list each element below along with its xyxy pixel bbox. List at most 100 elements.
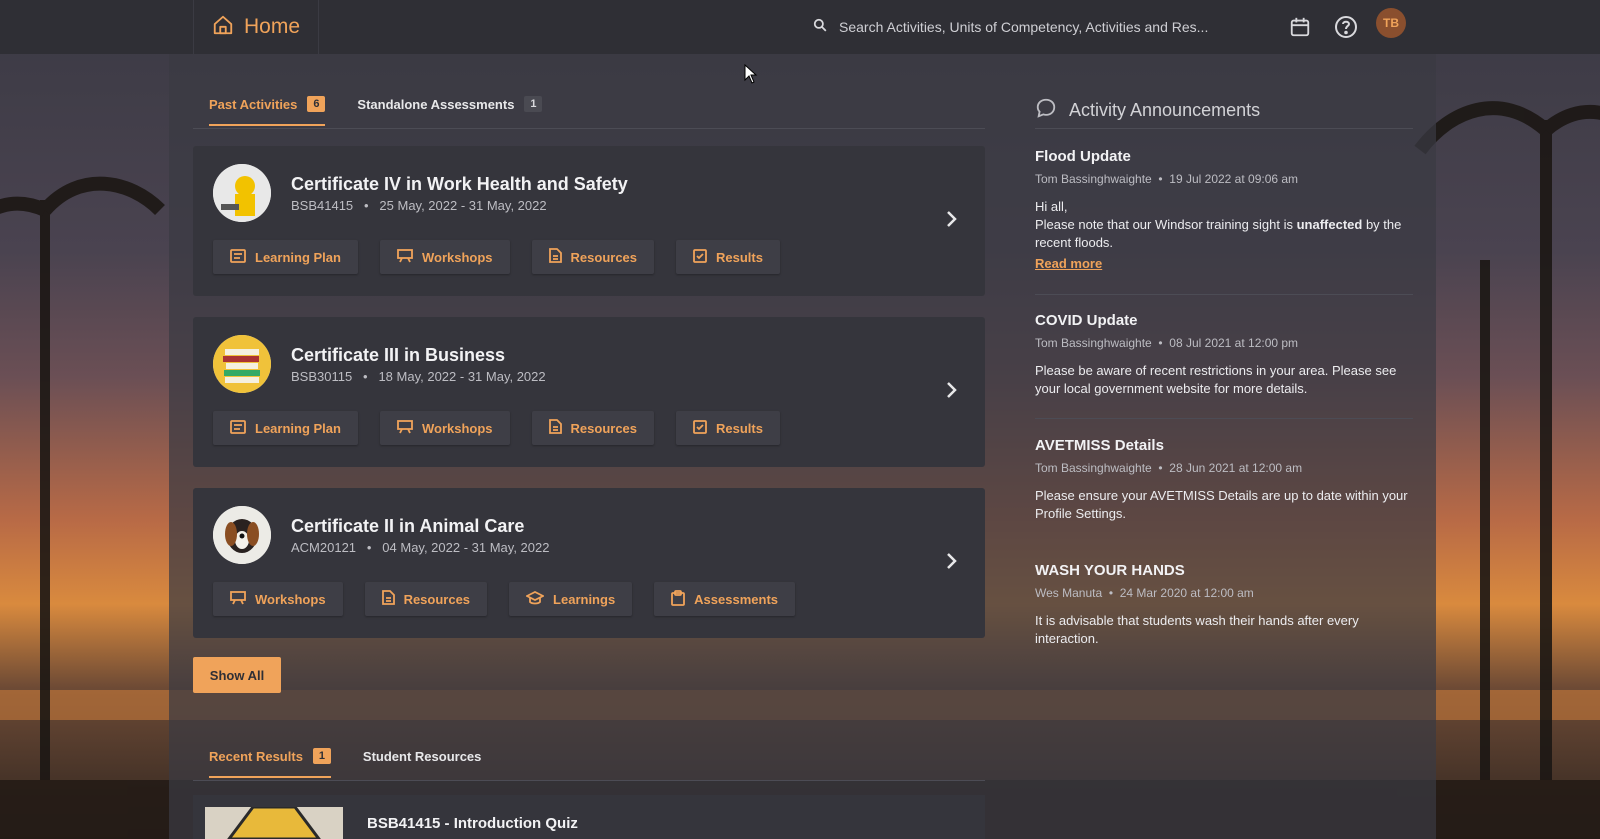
body-text: Please note that our Windsor training si… <box>1035 217 1297 232</box>
help-icon[interactable] <box>1330 11 1362 43</box>
separator-dot: • <box>355 369 375 384</box>
announcement-title: COVID Update <box>1035 312 1138 329</box>
document-icon <box>548 248 562 266</box>
activity-thumbnail <box>213 506 271 564</box>
learning-plan-button[interactable]: Learning Plan <box>213 411 358 445</box>
button-label: Learning Plan <box>255 249 341 265</box>
show-all-button[interactable]: Show All <box>193 657 281 693</box>
divider <box>1035 294 1413 295</box>
activity-dates: 04 May, 2022 - 31 May, 2022 <box>382 540 550 555</box>
activity-actions: Learning Plan Workshops Resources Result… <box>213 411 780 445</box>
workshop-icon <box>230 590 246 608</box>
tab-divider <box>193 128 985 129</box>
button-label: Learning Plan <box>255 420 341 436</box>
activity-card[interactable]: Certificate IV in Work Health and Safety… <box>193 146 985 296</box>
results-button[interactable]: Results <box>676 240 780 274</box>
activity-code: BSB41415 <box>291 198 354 213</box>
separator-dot: • <box>359 540 379 555</box>
resources-button[interactable]: Resources <box>531 411 655 445</box>
announcement-author: Tom Bassinghwaighte <box>1035 172 1152 186</box>
announcement-date: 19 Jul 2022 at 09:06 am <box>1169 172 1299 186</box>
button-label: Resources <box>570 420 638 436</box>
button-label: Results <box>716 420 763 436</box>
activity-dates: 25 May, 2022 - 31 May, 2022 <box>379 198 547 213</box>
results-button[interactable]: Results <box>676 411 780 445</box>
count-badge: 1 <box>524 96 543 112</box>
announcement-body: Please be aware of recent restrictions i… <box>1035 363 1397 396</box>
activity-card[interactable]: Certificate III in Business BSB30115 • 1… <box>193 317 985 467</box>
mouse-cursor-icon <box>744 63 758 89</box>
result-thumbnail <box>205 807 343 839</box>
graduation-cap-icon <box>525 590 546 608</box>
workshops-button[interactable]: Workshops <box>213 582 343 616</box>
announcement-author: Tom Bassinghwaighte <box>1035 336 1152 350</box>
tab-label: Recent Results <box>209 748 303 764</box>
activity-actions: Learning Plan Workshops Resources Result… <box>213 240 780 274</box>
tab-past-activities[interactable]: Past Activities 6 <box>209 96 326 126</box>
separator-dot: • <box>1155 336 1166 350</box>
body-bold-text: unaffected <box>1296 217 1363 232</box>
button-label: Workshops <box>255 591 326 607</box>
announcement-date: 24 Mar 2020 at 12:00 am <box>1119 586 1254 600</box>
activity-title[interactable]: Certificate III in Business <box>291 345 505 366</box>
learning-plan-icon <box>230 419 246 437</box>
document-icon <box>381 590 395 608</box>
button-label: Workshops <box>421 420 493 436</box>
workshops-button[interactable]: Workshops <box>379 411 510 445</box>
resources-button[interactable]: Resources <box>531 240 655 274</box>
button-label: Workshops <box>421 249 493 265</box>
announcement-text: Please note that our Windsor training si… <box>1035 216 1413 252</box>
activity-thumbnail <box>213 335 271 393</box>
announcement-body: Please ensure your AVETMISS Details are … <box>1035 488 1408 521</box>
button-label: Results <box>716 249 763 265</box>
announcement-item: Flood Update Tom Bassinghwaighte • 19 Ju… <box>1035 148 1413 273</box>
clipboard-icon <box>671 589 686 609</box>
tab-label: Standalone Assessments <box>357 96 515 112</box>
announcement-title: AVETMISS Details <box>1035 437 1164 454</box>
button-label: Resources <box>570 249 638 265</box>
tab-divider <box>193 780 985 781</box>
activity-subtitle: BSB41415 • 25 May, 2022 - 31 May, 2022 <box>291 198 547 213</box>
assessments-button[interactable]: Assessments <box>654 582 795 616</box>
activity-actions: Workshops Resources Learnings Assessment… <box>213 582 795 616</box>
tab-student-resources[interactable]: Student Resources <box>363 748 481 778</box>
announcement-meta: Wes Manuta • 24 Mar 2020 at 12:00 am <box>1035 586 1413 600</box>
chevron-right-icon[interactable] <box>941 208 963 230</box>
tab-label: Student Resources <box>362 748 482 764</box>
search-icon <box>813 18 827 37</box>
learning-plan-icon <box>230 248 246 266</box>
activity-card[interactable]: Certificate II in Animal Care ACM20121 •… <box>193 488 985 638</box>
tab-standalone-assessments[interactable]: Standalone Assessments 1 <box>357 96 543 126</box>
chat-bubble-icon <box>1035 97 1057 124</box>
announcement-author: Wes Manuta <box>1035 586 1103 600</box>
separator-dot: • <box>1155 461 1166 475</box>
resources-button[interactable]: Resources <box>364 582 488 616</box>
calendar-icon[interactable] <box>1284 11 1316 43</box>
search-bar <box>805 10 1260 44</box>
search-input[interactable] <box>839 19 1259 35</box>
learning-plan-button[interactable]: Learning Plan <box>213 240 358 274</box>
announcement-title: WASH YOUR HANDS <box>1035 562 1185 579</box>
activity-title[interactable]: Certificate IV in Work Health and Safety <box>291 174 628 195</box>
separator-dot: • <box>356 198 376 213</box>
separator-dot: • <box>1155 172 1166 186</box>
recent-result-card[interactable]: BSB41415 - Introduction Quiz <box>193 795 985 839</box>
activity-thumbnail <box>213 164 271 222</box>
divider <box>1035 418 1413 419</box>
home-nav[interactable]: Home <box>193 0 319 54</box>
chevron-right-icon[interactable] <box>941 379 963 401</box>
user-avatar[interactable]: TB <box>1376 8 1406 38</box>
chevron-right-icon[interactable] <box>941 550 963 572</box>
count-badge: 6 <box>307 96 326 112</box>
announcements-title: Activity Announcements <box>1069 100 1261 120</box>
announcement-item: COVID Update Tom Bassinghwaighte • 08 Ju… <box>1035 312 1413 398</box>
read-more-link[interactable]: Read more <box>1035 256 1102 271</box>
result-title[interactable]: BSB41415 - Introduction Quiz <box>367 815 578 832</box>
announcement-item: AVETMISS Details Tom Bassinghwaighte • 2… <box>1035 437 1413 523</box>
tab-recent-results[interactable]: Recent Results 1 <box>209 748 331 778</box>
workshops-button[interactable]: Workshops <box>379 240 510 274</box>
activity-title[interactable]: Certificate II in Animal Care <box>291 516 524 537</box>
workshop-icon <box>397 248 413 266</box>
announcement-meta: Tom Bassinghwaighte • 28 Jun 2021 at 12:… <box>1035 461 1413 475</box>
learnings-button[interactable]: Learnings <box>509 582 633 616</box>
